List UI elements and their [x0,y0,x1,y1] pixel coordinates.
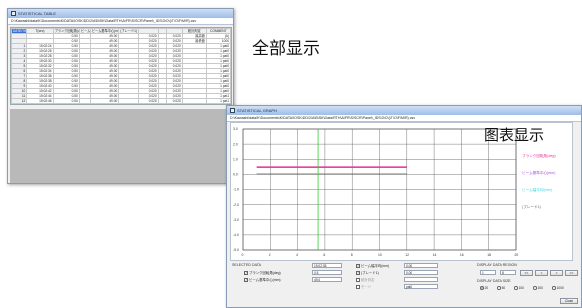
y-tick-label: -3.0 [233,218,239,222]
next-page-button[interactable]: > [550,270,563,276]
prev-page-button[interactable]: < [535,270,548,276]
grid-cell[interactable]: ブランク回転角(deg) [52,28,80,34]
grid-cell[interactable]: ビーム基準中心Y [78,28,91,34]
checkbox[interactable]: ✓ [244,277,248,282]
data-grid[interactable]: DATE/TIMET(sec)ブランク回転角(deg)ビーム基準中心Yビーム基準… [10,27,232,105]
y-tick-label: 0.0 [233,173,238,177]
size-radio-200[interactable]: 200 [533,286,543,290]
radio-button[interactable] [480,286,484,290]
mode-value[interactable]: pat0 [404,284,438,289]
region-from-field[interactable]: 1 [480,270,496,275]
display-region-label: DISPLAY DATA REGION [477,263,517,267]
judgement-value[interactable] [404,277,438,282]
beam-width-value[interactable]: 0.00 [404,263,438,268]
x-tick-label: 2 [269,253,271,257]
grid-cell[interactable] [118,98,139,104]
radio-button[interactable] [552,286,556,290]
size-radio-50[interactable]: 50 [497,286,505,290]
grid-cell[interactable] [157,98,168,104]
check-mode[interactable]: モード [356,284,371,289]
selected-time-field[interactable]: 15:02:35 [312,263,342,268]
graph-window-title: STATISTICAL GRAPH [237,108,277,113]
y-tick-label: -4.0 [233,233,239,237]
check-blade1[interactable]: ✓ (ブレード1) [356,270,379,275]
grid-cell[interactable]: ビーム基準中心(mm) [89,28,120,34]
grid-cell[interactable] [181,98,207,104]
close-button[interactable]: Close [560,298,578,304]
x-tick-label: 14 [433,253,437,257]
row-header-cell[interactable]: DATE/TIME [10,28,28,34]
last-page-button[interactable]: >> [565,270,578,276]
blank-angle-value[interactable]: 0.5 [312,270,342,275]
checkbox[interactable]: ✓ [356,270,360,275]
legend-entry: (ブレード1) [522,204,541,209]
y-tick-label: 3.0 [233,127,238,131]
checkbox[interactable]: ✓ [356,263,360,268]
table-row[interactable]: 12 15:02:46 0.50 49.00 0.020 0.020 1 pat1 [10,98,232,104]
grid-cell[interactable]: 0.020 [166,98,183,104]
chart-display-label: 图表显示 [484,126,545,144]
graph-window-titlebar[interactable]: STATISTICAL GRAPH [227,106,581,115]
screenshot-root: STATISTICAL TABLE D:\Kawashi\data\K\Docu… [0,0,582,308]
x-tick-label: 8 [351,253,353,257]
y-tick-label: 1.0 [233,157,238,161]
x-tick-label: 6 [323,253,325,257]
radio-button[interactable] [533,286,537,290]
table-window-titlebar[interactable]: STATISTICAL TABLE [8,9,233,18]
y-tick-label: -2.0 [233,203,239,207]
y-tick-label: -5.0 [233,248,239,252]
y-tick-label: 2.0 [233,142,238,146]
legend-entry: ビーム基準中心(mm) [522,170,555,175]
grid-cell[interactable]: (ブレード1) [118,28,139,34]
table-window-title: STATISTICAL TABLE [18,11,57,16]
app-icon [11,11,16,16]
size-radio-1000[interactable]: 1000 [552,286,564,290]
grid-cell[interactable]: COMMENT [205,28,232,34]
statistical-table-window: STATISTICAL TABLE D:\Kawashi\data\K\Docu… [7,8,234,184]
checkbox[interactable]: ✓ [244,270,248,275]
grid-cell[interactable]: 49.00 [89,98,120,104]
app-icon [230,108,235,113]
table-file-path: D:\Kawashi\data\K\Documents\K\DATA\IOSK\… [8,18,233,25]
x-tick-label: 0 [242,253,244,257]
x-tick-label: 12 [405,253,409,257]
size-radio-100[interactable]: 100 [514,286,524,290]
radio-button[interactable] [514,286,518,290]
size-radio-20[interactable]: 20 [480,286,488,290]
grid-cell[interactable]: 1 pat1 [205,98,232,104]
grid-cell[interactable]: 0.020 [137,98,159,104]
full-display-label: 全部显示 [252,39,320,59]
grid-cell[interactable]: 15:02:46 [26,98,54,104]
checkbox[interactable] [356,277,360,282]
radio-button[interactable] [497,286,501,290]
check-blank-angle[interactable]: ✓ ブランク回転角(deg) [244,270,281,275]
x-tick-label: 4 [296,253,298,257]
blade1-value[interactable]: 0.00 [404,270,438,275]
x-tick-label: 18 [487,253,491,257]
beam-center-value[interactable]: 49.0 [312,277,342,282]
first-page-button[interactable]: << [520,270,533,276]
grid-cell[interactable] [78,98,91,104]
bottom-panel: SELECTED DATA 15:02:35 ✓ ブランク回転角(deg) 0.5… [230,262,580,307]
x-tick-label: 10 [378,253,382,257]
legend-entry: ビーム幅平均(mm) [522,187,552,192]
row-header-cell[interactable]: 12 [10,98,28,104]
region-to-field[interactable]: 8 [500,270,516,275]
graph-file-path: D:\Kawashi\data\K\Documents\K\DATA\IOSK\… [227,115,581,122]
x-tick-label: 20 [515,253,519,257]
display-size-label: DISPLAY DATA SIZE [477,279,511,283]
check-judgement[interactable]: 統計判定 [356,277,375,282]
checkbox[interactable] [356,284,360,289]
legend-entry: ブランク回転角(deg) [522,153,556,158]
grid-empty-area [10,109,232,183]
grid-header-row[interactable]: DATE/TIMET(sec)ブランク回転角(deg)ビーム基準中心Yビーム基準… [10,28,232,34]
selected-data-label: SELECTED DATA [232,263,262,267]
grid-cell[interactable]: 0.50 [52,98,80,104]
y-tick-label: -1.0 [233,188,239,192]
x-tick-label: 16 [460,253,464,257]
check-beam-width[interactable]: ✓ ビーム幅平均(mm) [356,263,389,268]
check-beam-center[interactable]: ✓ ビーム基準中心(mm) [244,277,281,282]
